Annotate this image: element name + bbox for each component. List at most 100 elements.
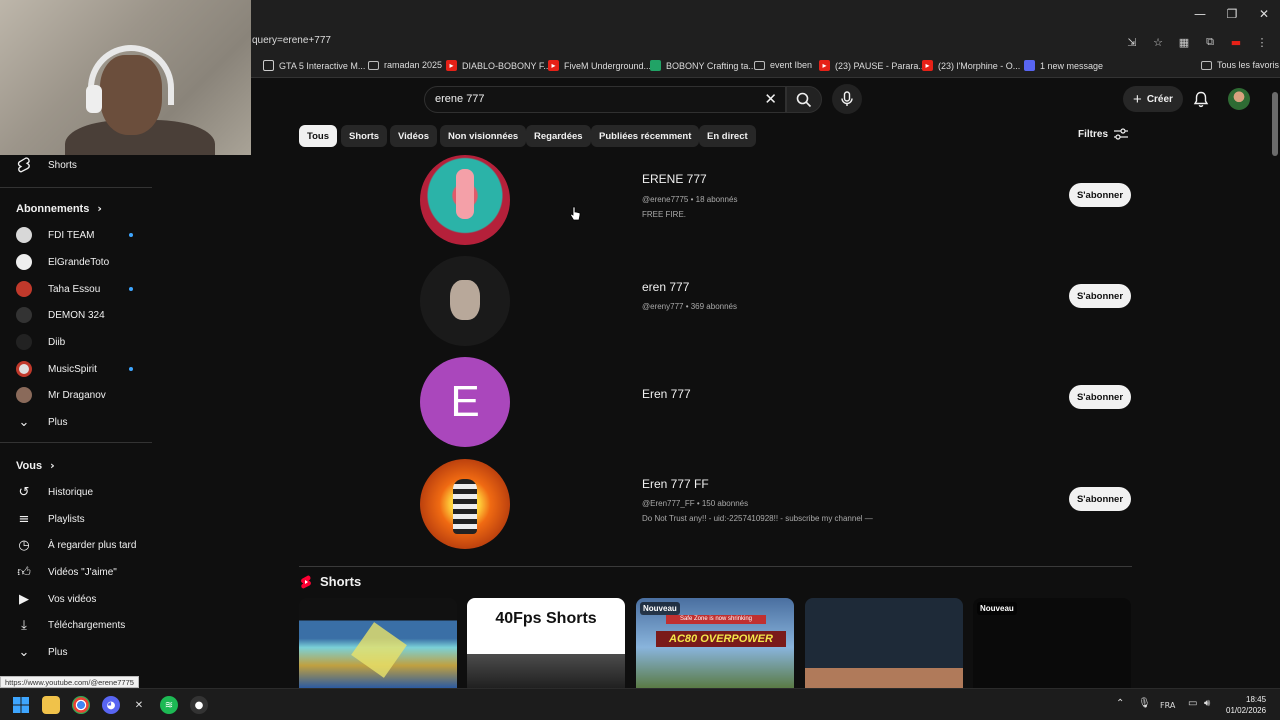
short-thumbnail[interactable]: [299, 598, 457, 688]
youtube-icon: ▸: [548, 60, 559, 71]
sidebar-item-more-subscriptions[interactable]: ⌄ Plus: [0, 409, 152, 435]
bookmark-item[interactable]: BOBONY Crafting ta...: [650, 60, 756, 71]
watch-later-icon: ◷: [18, 537, 30, 553]
chevron-right-icon: ›: [97, 202, 102, 215]
sidebar-item-subscription[interactable]: Diib: [0, 329, 152, 355]
network-icon[interactable]: ▭: [1188, 698, 1197, 709]
sidebar-item-watch-later[interactable]: ◷ À regarder plus tard: [0, 532, 152, 558]
bookmark-item[interactable]: ▸ FiveM Underground...: [548, 60, 651, 71]
sidebar-item-subscription[interactable]: Mr Draganov: [0, 382, 152, 408]
subscribe-button[interactable]: S'abonner: [1069, 487, 1131, 511]
url-field[interactable]: query=erene+777: [252, 35, 331, 46]
restore-icon[interactable]: ❐: [1216, 0, 1248, 28]
file-explorer-icon[interactable]: [42, 696, 60, 714]
sidebar-item-your-videos[interactable]: ▶ Vos vidéos: [0, 586, 152, 612]
tray-chevron-up-icon[interactable]: ⌃: [1116, 698, 1124, 709]
minimize-icon[interactable]: —: [1184, 0, 1216, 28]
sidebar-item-history[interactable]: ↺ Historique: [0, 479, 152, 505]
input-language[interactable]: FRA: [1160, 701, 1175, 710]
channel-avatar[interactable]: [420, 256, 510, 346]
sidebar-item-subscription[interactable]: FDI TEAM: [0, 222, 152, 248]
sidebar-item-shorts[interactable]: Shorts: [0, 152, 152, 178]
search-input[interactable]: erene 777 ✕: [424, 86, 786, 113]
install-app-icon[interactable]: ⇲: [1122, 32, 1142, 52]
channel-title[interactable]: eren 777: [642, 280, 689, 294]
bookmark-item[interactable]: ramadan 2025: [368, 60, 442, 70]
bookmark-item[interactable]: event Iben: [754, 60, 812, 70]
short-thumbnail[interactable]: Nouveau Safe Zone is now shrinking AC80 …: [636, 598, 794, 688]
channel-result[interactable]: ERENE 777 @erene7775 • 18 abonnés FREE F…: [418, 155, 1138, 247]
sidebar-item-subscription[interactable]: ElGrandeToto: [0, 249, 152, 275]
hand-cursor-icon: [569, 206, 581, 221]
bookmark-item[interactable]: ▸ (23) l'Morphine - O...: [922, 60, 1020, 71]
chip-all[interactable]: Tous: [299, 125, 337, 147]
taskbar-clock[interactable]: 18:45 01/02/2026: [1226, 694, 1266, 716]
clear-search-icon[interactable]: ✕: [764, 90, 777, 108]
subscribe-button[interactable]: S'abonner: [1069, 183, 1131, 207]
filters-button[interactable]: Filtres: [1078, 128, 1129, 140]
playlists-icon: ≡: [18, 511, 30, 527]
voice-search-button[interactable]: [832, 84, 862, 114]
create-button[interactable]: + Créer: [1123, 86, 1183, 112]
subscribe-button[interactable]: S'abonner: [1069, 284, 1131, 308]
bookmark-item[interactable]: ▸ (23) PAUSE - Parara...: [819, 60, 926, 71]
tab-search-icon[interactable]: ▦: [1174, 32, 1194, 52]
channel-avatar[interactable]: [420, 155, 510, 245]
avatar: [16, 361, 32, 377]
channel-title[interactable]: ERENE 777: [642, 172, 707, 186]
tray-microphone-icon[interactable]: 🎙︎: [1138, 698, 1151, 709]
you-header[interactable]: Vous ›: [16, 459, 55, 472]
sidebar-item-subscription[interactable]: Taha Essou: [0, 276, 152, 302]
discord-icon[interactable]: ◕: [102, 696, 120, 714]
chip-watched[interactable]: Regardées: [526, 125, 591, 147]
channel-result[interactable]: eren 777 @ereny777 • 369 abonnés S'abonn…: [418, 256, 1138, 348]
subscriptions-header[interactable]: Abonnements ›: [16, 202, 102, 215]
search-button[interactable]: [786, 86, 822, 113]
scrollbar-thumb[interactable]: [1272, 92, 1278, 156]
obs-icon[interactable]: ●: [190, 696, 208, 714]
avatar: [16, 281, 32, 297]
chip-recently-uploaded[interactable]: Publiées récemment: [591, 125, 700, 147]
bookmark-item[interactable]: GTA 5 Interactive M...: [263, 60, 365, 71]
channel-title[interactable]: Eren 777: [642, 387, 691, 401]
sidebar-item-playlists[interactable]: ≡ Playlists: [0, 506, 152, 532]
subscribe-button[interactable]: S'abonner: [1069, 385, 1131, 409]
bookmark-item[interactable]: 1 new message: [1024, 60, 1103, 71]
chip-shorts[interactable]: Shorts: [341, 125, 388, 147]
channel-result[interactable]: E Eren 777 S'abonner: [418, 357, 1138, 449]
all-bookmarks[interactable]: Tous les favoris: [1201, 60, 1279, 70]
chip-videos[interactable]: Vidéos: [390, 125, 437, 147]
windows-start-icon[interactable]: [12, 696, 30, 714]
spotify-icon[interactable]: ≋: [160, 696, 178, 714]
short-thumbnail[interactable]: Nouveau: [973, 598, 1131, 688]
browser-menu-icon[interactable]: ⋮: [1252, 32, 1272, 52]
sidebar-item-liked-videos[interactable]: 👍︎ Vidéos "J'aime": [0, 559, 152, 585]
chrome-icon[interactable]: [72, 696, 90, 714]
sidebar-item-subscription[interactable]: MusicSpirit: [0, 356, 152, 382]
short-thumbnail[interactable]: 40Fps Shorts: [467, 598, 625, 688]
shorts-icon: [16, 157, 32, 173]
extensions-icon[interactable]: ⧉: [1200, 32, 1220, 52]
sidebar-item-downloads[interactable]: ⤓ Téléchargements: [0, 612, 152, 638]
chip-live[interactable]: En direct: [699, 125, 756, 147]
user-avatar[interactable]: [1228, 88, 1250, 110]
channel-avatar[interactable]: E: [420, 357, 510, 447]
chevron-down-icon: ⌄: [18, 414, 30, 430]
notifications-button[interactable]: [1190, 88, 1212, 110]
sidebar-item-subscription[interactable]: DEMON 324: [0, 302, 152, 328]
channel-title[interactable]: Eren 777 FF: [642, 477, 709, 491]
channel-description: FREE FIRE.: [642, 210, 687, 219]
channel-result[interactable]: Eren 777 FF @Eren777_FF • 150 abonnés Do…: [418, 459, 1138, 551]
sidebar-item-more[interactable]: ⌄ Plus: [0, 639, 152, 665]
page-scrollbar[interactable]: [1270, 80, 1280, 688]
short-caption: 40Fps Shorts: [495, 610, 597, 627]
capcut-icon[interactable]: ✕: [130, 696, 148, 714]
chip-unwatched[interactable]: Non visionnées: [440, 125, 527, 147]
profile-icon[interactable]: ▬: [1226, 32, 1246, 52]
short-thumbnail[interactable]: [805, 598, 963, 688]
volume-icon[interactable]: 🔊︎: [1204, 698, 1210, 709]
bookmark-star-icon[interactable]: ☆: [1148, 32, 1168, 52]
channel-avatar[interactable]: [420, 459, 510, 549]
bookmark-item[interactable]: ▸ DIABLO-BOBONY F...: [446, 60, 551, 71]
close-window-icon[interactable]: ✕: [1248, 0, 1280, 28]
